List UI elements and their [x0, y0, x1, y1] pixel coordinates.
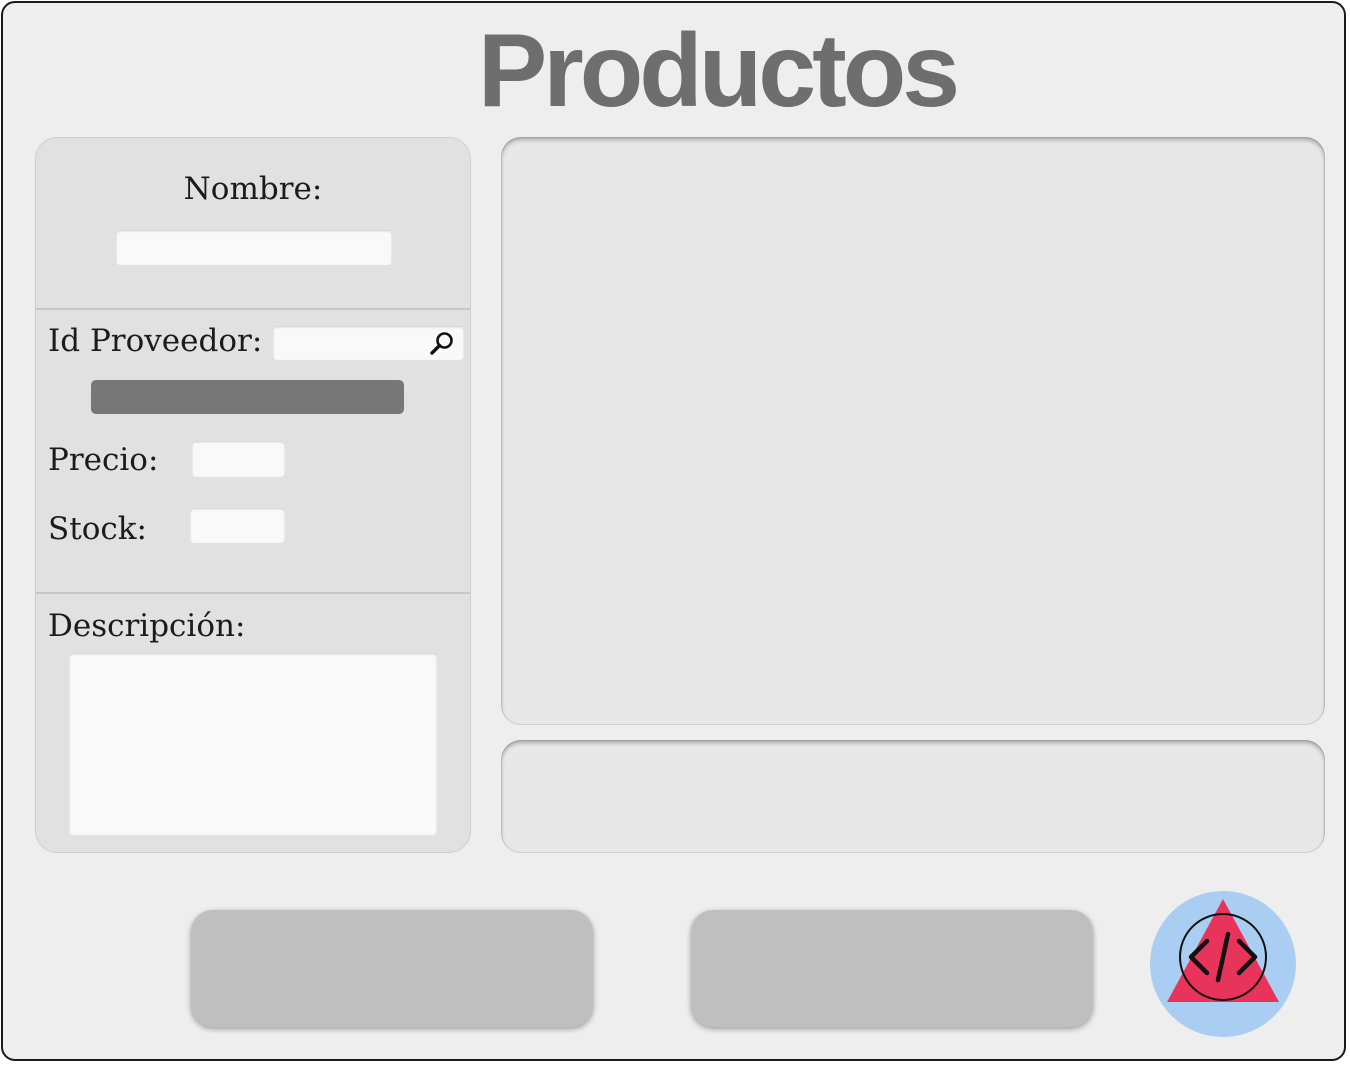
proveedor-label: Id Proveedor: — [48, 323, 263, 359]
secondary-action-button[interactable] — [691, 910, 1093, 1027]
nombre-label: Nombre: — [183, 171, 323, 207]
products-list-panel[interactable] — [501, 137, 1325, 725]
section-divider — [36, 592, 470, 594]
precio-input[interactable] — [192, 441, 285, 477]
product-form-panel: Nombre: Id Proveedor: Precio: Stock: Des… — [35, 137, 471, 853]
proveedor-name-display — [91, 380, 404, 414]
app-logo[interactable] — [1149, 887, 1297, 1041]
app-window: Productos Nombre: Id Proveedor: Precio: … — [1, 1, 1346, 1061]
nombre-input[interactable] — [116, 230, 392, 265]
details-panel — [501, 740, 1325, 853]
section-divider — [36, 308, 470, 310]
precio-label: Precio: — [48, 442, 159, 478]
stock-input[interactable] — [190, 508, 285, 543]
page-title: Productos — [477, 13, 960, 129]
descripcion-textarea[interactable] — [69, 653, 437, 835]
primary-action-button[interactable] — [191, 910, 593, 1027]
search-icon[interactable] — [429, 330, 455, 356]
descripcion-label: Descripción: — [48, 608, 246, 644]
stock-label: Stock: — [48, 511, 147, 547]
proveedor-search-field[interactable] — [273, 326, 464, 360]
